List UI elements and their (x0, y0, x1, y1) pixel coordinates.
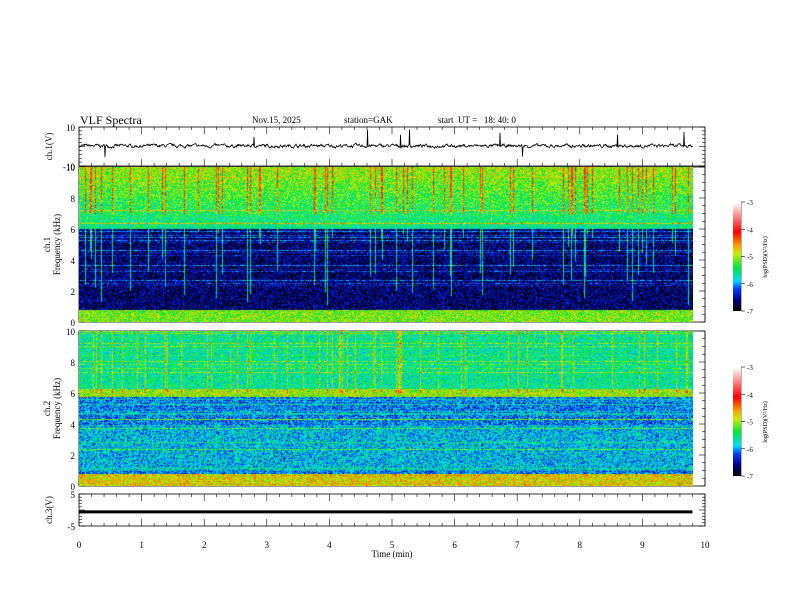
x-tick-label: 2 (202, 540, 207, 550)
panel-3-y-tick-label: 4 (71, 420, 76, 430)
vlf-spectra-figure: VLF Spectra Nov.15, 2025 station=GAK sta… (0, 0, 792, 612)
date-label: Nov.15, 2025 (252, 115, 301, 125)
panel-3-y-tick-label: 8 (71, 358, 76, 368)
colorbar-tick-label: -6 (747, 446, 753, 454)
panel-4-y-label: ch.3(V) (44, 496, 54, 524)
ch1-waveform-line (78, 129, 694, 158)
x-tick-label: 7 (515, 540, 520, 550)
colorbar-tick-label: -4 (747, 391, 753, 399)
station-label: station=GAK (344, 115, 393, 125)
colorbar-tick-label: -6 (747, 281, 753, 289)
x-tick-label: 9 (640, 540, 645, 550)
colorbar-tick-label: -3 (747, 199, 753, 207)
colorbar-tick-label: -5 (747, 254, 753, 262)
panel-2-y-tick-label: 8 (71, 194, 76, 204)
panel-2-y-label: ch.1 (42, 237, 52, 252)
x-tick-label: 4 (327, 540, 332, 550)
ch1-colorbar (733, 202, 741, 311)
panel-2-y-tick-label: 10 (66, 163, 76, 173)
panel-2-y-tick-label: 6 (71, 225, 76, 235)
x-tick-label: 3 (265, 540, 270, 550)
x-tick-label: 8 (578, 540, 583, 550)
panel-1-y-tick-label: 10 (66, 123, 76, 133)
panel-1-y-label: ch.1(V) (44, 133, 54, 161)
panel-3-y-tick-label: 2 (71, 451, 76, 461)
x-axis-label: Time (min) (372, 549, 413, 559)
panel-3-y-label: ch.2 (42, 401, 52, 416)
panel-3-y-tick-label: 10 (66, 327, 76, 337)
panel-3-y-tick-label: 6 (71, 389, 76, 399)
ch1-spectrogram-image (79, 167, 693, 322)
colorbar-label: log(PSD)(V²/Hz) (762, 401, 769, 442)
panel-2-y-tick-label: 2 (71, 287, 76, 297)
ch2-colorbar (733, 367, 741, 476)
panel-3-y-label: Frequency (kHz) (52, 378, 62, 439)
panel-4-y-tick-label: -5 (68, 522, 76, 532)
figure-title: VLF Spectra (80, 113, 142, 127)
x-tick-label: 10 (701, 540, 711, 550)
colorbar-tick-label: -4 (747, 226, 753, 234)
x-tick-label: 0 (77, 540, 82, 550)
colorbar-tick-label: -3 (747, 364, 753, 372)
start-time-label: start UT = 18: 40: 0 (438, 115, 516, 125)
colorbar-tick-label: -7 (747, 473, 753, 481)
ch2-spectrogram-image (79, 331, 693, 486)
colorbar-label: log(PSD)(V²/Hz) (762, 236, 769, 277)
colorbar-tick-label: -5 (747, 419, 753, 427)
colorbar-tick-label: -7 (747, 308, 753, 316)
panel-2-y-tick-label: 4 (71, 256, 76, 266)
panel-2-y-label: Frequency (kHz) (52, 214, 62, 275)
x-tick-label: 1 (139, 540, 144, 550)
x-tick-label: 5 (390, 540, 395, 550)
x-tick-label: 6 (452, 540, 457, 550)
panel-4-y-tick-label: 5 (71, 490, 76, 500)
